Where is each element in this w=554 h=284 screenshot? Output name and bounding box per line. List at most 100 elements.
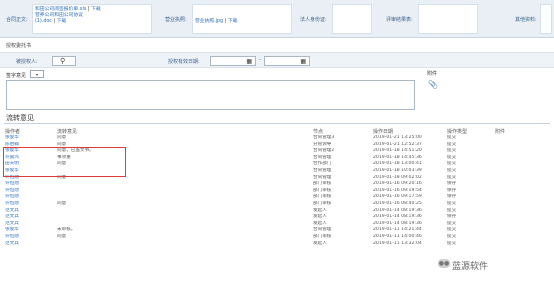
type-cell: 提交 (447, 200, 457, 206)
paperclip-icon[interactable]: 📎 (428, 80, 438, 89)
contract-file-2-download[interactable]: 下载 (57, 19, 67, 24)
date-cell: 2019-01-18 09:02:02 (373, 174, 422, 180)
attachment-cell (494, 214, 550, 221)
node-cell: 发起人 (313, 207, 327, 213)
idcard-label: 法人身份证: (300, 17, 327, 23)
flow-title: 流转意见 (6, 114, 34, 122)
operator-link[interactable]: 张俊华 (4, 135, 56, 142)
attachment-label: 附件 (427, 71, 438, 77)
attachment-cell (494, 227, 550, 234)
col-type: 操作类型 (447, 129, 468, 135)
operator-link[interactable]: 张俊华 (4, 227, 56, 234)
date-cell: 2019-01-16 09:19:54 (373, 187, 422, 193)
auth-form-row: 被授权人: ⚲ 授权有效日期: ▦ - ▦ (0, 52, 554, 68)
table-row: 张俊华 同意 合同管理3 2019-01-21 13:25:00 提交 (4, 135, 550, 142)
date-cell: 2019-01-11 13:32:04 (373, 240, 422, 246)
table-row: 许恒勋 同意 部门审核 2019-01-11 14:00:46 提交 (4, 234, 550, 241)
end-date-input[interactable]: ▦ (264, 56, 310, 66)
attachment-cell (494, 234, 550, 241)
type-cell: 提交 (447, 161, 457, 167)
attachment-cell (494, 142, 550, 149)
sign-label: 签字意见 (6, 73, 27, 79)
evaluation-cell (418, 4, 478, 34)
table-row: 范文兵 发起人 2019-01-11 13:32:04 提交 (4, 241, 550, 248)
opinion-cell (56, 241, 312, 248)
contract-file-1-download[interactable]: 下载 (91, 7, 101, 12)
license-file[interactable]: 营业执照.jpg (195, 19, 223, 24)
attachment-cell (494, 168, 550, 175)
node-cell: 合同管理 (313, 167, 332, 173)
contract-file-2b[interactable]: (1).doc (35, 19, 52, 24)
other-cell (540, 4, 552, 34)
date-cell: 2019-01-11 14:00:46 (373, 233, 422, 239)
operator-link[interactable]: 范文兵 (4, 208, 56, 215)
type-cell: 保存 (447, 194, 457, 200)
col-operator: 操作者 (5, 129, 21, 135)
date-cell: 2019-01-18 10:03:39 (373, 167, 422, 173)
highlight-box (3, 147, 126, 177)
node-cell: 部门审核 (313, 181, 332, 187)
calendar-icon[interactable]: ▦ (246, 58, 252, 66)
col-opinion: 流转意见 (57, 129, 78, 135)
table-row: 许恒勋 部门审核 2019-01-16 09:17:59 保存 (4, 194, 550, 201)
contract-file-1[interactable]: 和田公司阅签报价单.xls (35, 7, 86, 12)
delegate-input[interactable]: ⚲ (52, 56, 76, 66)
opinion-cell: 同意 (57, 233, 67, 239)
node-cell: 合同管理 (313, 154, 332, 160)
attachment-cell (494, 188, 550, 195)
type-cell: 提交 (447, 233, 457, 239)
type-cell: 提交 (447, 207, 457, 213)
date-cell: 2019-01-11 14:21:44 (373, 227, 422, 233)
contract-files-cell: 和田公司阅签报价单.xls | 下载 营养公司和田公司协议 (1).doc | … (32, 4, 152, 34)
start-date-input[interactable]: ▦ (210, 56, 256, 66)
col-node: 节点 (313, 129, 324, 135)
date-cell: 2019-01-18 14:51:20 (373, 148, 422, 154)
delegate-label: 被授权人: (16, 59, 38, 65)
opinion-cell (56, 221, 312, 228)
period-label: 授权有效日期: (168, 59, 200, 65)
date-cell: 2019-01-16 09:17:59 (373, 194, 422, 200)
operator-link[interactable]: 范文兵 (4, 214, 56, 221)
operator-link[interactable]: 许恒勋 (4, 234, 56, 241)
sign-textarea[interactable] (6, 80, 415, 110)
operator-link[interactable]: 范文兵 (4, 241, 56, 248)
calendar-icon[interactable]: ▦ (300, 58, 306, 66)
table-row: 许恒勋 同意 部门审核 2019-01-16 08:40:25 提交 (4, 201, 550, 208)
node-cell: 发起人 (313, 214, 327, 220)
operator-link[interactable]: 许恒勋 (4, 194, 56, 201)
table-row: 许恒勋 部门审核 2019-01-16 09:20:16 保存 (4, 181, 550, 188)
node-cell: 合同管理3 (313, 135, 335, 140)
opinion-cell (56, 188, 312, 195)
opinion-cell: 同意 (57, 200, 67, 206)
sign-select[interactable]: ▾ (30, 70, 44, 78)
opinion-cell (56, 214, 312, 221)
type-cell: 保存 (447, 181, 457, 187)
node-cell: 合同管理2 (313, 148, 335, 154)
table-row: 范文兵 发起人 2019-01-14 08:19:36 提交 (4, 221, 550, 228)
type-cell: 保存 (447, 187, 457, 193)
type-cell: 提交 (447, 220, 457, 226)
auth-title: 授权委托书 (6, 43, 32, 49)
wechat-icon: ●● (438, 259, 450, 268)
operator-link[interactable]: 许恒勋 (4, 201, 56, 208)
table-row: 张俊华 未审核。 合同管理 2019-01-11 14:21:44 提交 (4, 227, 550, 234)
operator-link[interactable]: 范文兵 (4, 221, 56, 228)
search-icon[interactable]: ⚲ (60, 57, 65, 66)
attachment-cell (494, 208, 550, 215)
attachment-cell (494, 148, 550, 155)
node-cell: 部门审核 (313, 194, 332, 200)
type-cell: 提交 (447, 141, 457, 147)
opinion-cell: 同意 (57, 135, 67, 140)
license-download[interactable]: 下载 (228, 19, 238, 24)
col-attachment: 附件 (495, 129, 506, 135)
contract-file-2[interactable]: 营养公司和田公司协议 (35, 13, 83, 18)
type-cell: 保存 (447, 214, 457, 220)
attachment-cell (494, 241, 550, 248)
attachment-cell (494, 135, 550, 142)
node-cell: 发起人 (313, 220, 327, 226)
type-cell: 提交 (447, 154, 457, 160)
divider (4, 123, 550, 124)
operator-link[interactable]: 许恒勋 (4, 188, 56, 195)
date-cell: 2019-01-14 08:19:36 (373, 214, 422, 220)
operator-link[interactable]: 许恒勋 (4, 181, 56, 188)
